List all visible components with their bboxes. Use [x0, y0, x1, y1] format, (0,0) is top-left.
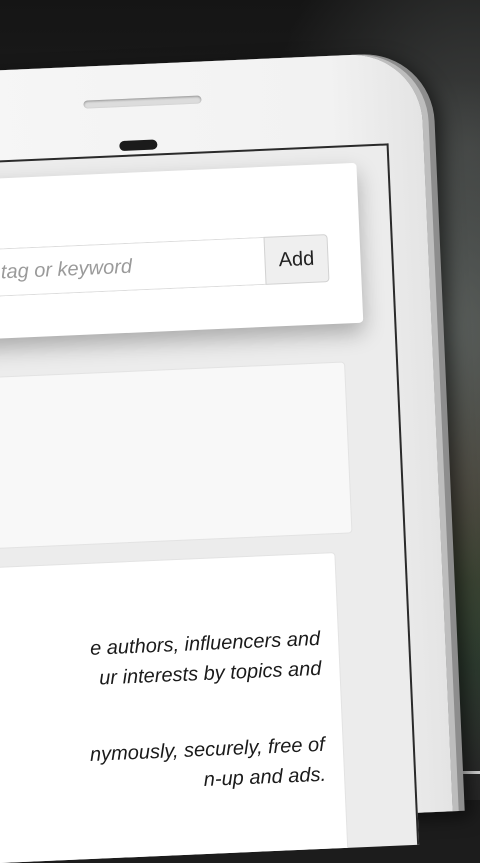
add-hashtag-card: Add — [0, 162, 364, 341]
phone-frame: Add e authors, influencers and ur intere… — [0, 51, 453, 863]
info-card: e authors, influencers and ur interests … — [0, 552, 350, 863]
info-paragraph-1: e authors, influencers and ur interests … — [0, 622, 358, 699]
phone-camera — [119, 139, 158, 152]
info-paragraph-2: nymously, securely, free of n-up and ads… — [0, 728, 363, 805]
add-button[interactable]: Add — [263, 234, 330, 285]
empty-list-card — [0, 361, 353, 551]
phone-speaker — [83, 95, 202, 109]
hashtag-input-group: Add — [0, 234, 330, 299]
hashtag-keyword-input[interactable] — [0, 236, 266, 298]
phone-screen: Add e authors, influencers and ur intere… — [0, 143, 420, 863]
